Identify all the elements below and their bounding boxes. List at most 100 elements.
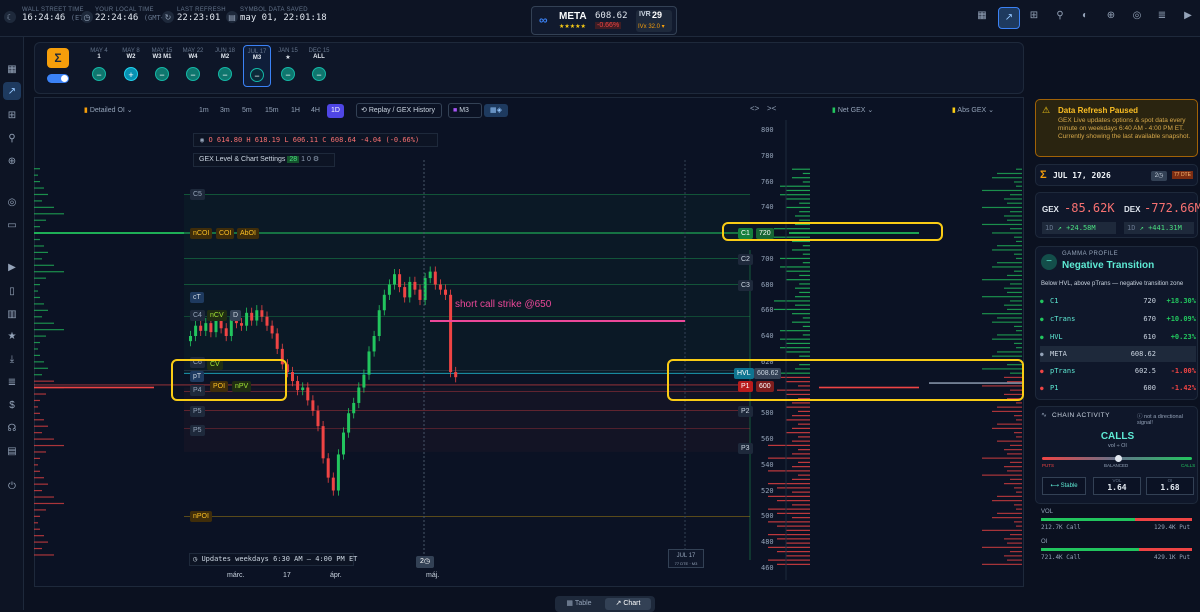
gamma-row-value: 602.5 (1134, 367, 1156, 375)
account-nav-icon[interactable]: ◎ (3, 193, 21, 211)
grid-view-icon[interactable]: ⊞ (1026, 10, 1042, 26)
power-nav-icon[interactable]: ⏻ (3, 477, 21, 495)
tag-d: D (230, 310, 242, 322)
document-nav-icon[interactable]: ▯ (3, 282, 21, 300)
timeframe-1H[interactable]: 1H (287, 104, 304, 118)
book-nav-icon[interactable]: ▥ (3, 305, 21, 323)
timeframe-1m[interactable]: 1m (195, 104, 213, 118)
filter-nav-icon[interactable]: ⚲ (3, 129, 21, 147)
dex-label: DEX (1124, 205, 1141, 214)
expiration-2[interactable]: MAY 15 W3 M1− (148, 48, 176, 81)
dollar-nav-icon[interactable]: $ (3, 396, 21, 414)
detailed-oi-dropdown[interactable]: ▮ Detailed OI ⌄ (84, 106, 133, 114)
expiration-toggle[interactable]: − (250, 68, 264, 82)
gex-bar (792, 453, 810, 455)
oi-bar (34, 219, 46, 221)
replay-button[interactable]: ⟲ Replay / GEX History (356, 103, 442, 118)
expiration-0[interactable]: MAY 4 1− (85, 48, 113, 81)
code-icon[interactable]: <> (750, 104, 759, 113)
download-nav-icon[interactable]: ⤓ (3, 350, 21, 368)
highlight-box-right (667, 359, 1024, 401)
star-nav-icon[interactable]: ★ (3, 327, 21, 345)
vol-call-bar (1041, 518, 1135, 521)
table-nav-icon[interactable]: ▦ (3, 60, 21, 78)
summary-count[interactable]: 2◷ (1151, 171, 1167, 181)
sigma-icon[interactable]: Σ (47, 48, 69, 68)
expiration-5[interactable]: JUL 17 M3− (243, 45, 271, 87)
net-gex-dropdown[interactable]: ▮ Net GEX ⌄ (832, 106, 873, 114)
candle-body (296, 381, 300, 391)
oi-bar (34, 303, 44, 305)
saved-value: may 01, 22:01:18 (240, 13, 327, 23)
expiration-1[interactable]: MAY 8 W2 + (117, 48, 145, 81)
collapse-icon[interactable]: >< (767, 104, 776, 113)
refresh-icon[interactable]: ↻ (162, 11, 174, 23)
m3-selector[interactable]: ■ M3 (448, 103, 482, 118)
tab-table[interactable]: ▦ Table (559, 598, 599, 610)
youtube-nav-icon[interactable]: ▶ (3, 258, 21, 276)
grid-nav-icon[interactable]: ⊞ (3, 106, 21, 124)
candle-body (311, 400, 315, 411)
table-view-icon[interactable]: ▦ (974, 10, 990, 26)
gamma-row-name: META (1050, 350, 1067, 358)
chart-view-icon[interactable]: ↗ (998, 7, 1020, 29)
abs-gex-dropdown[interactable]: ▮ Abs GEX ⌄ (952, 106, 994, 114)
layers-icon[interactable]: ▦◈ (484, 104, 508, 117)
oi-bar (34, 213, 64, 215)
play-icon[interactable]: ▶ (1180, 10, 1196, 26)
timeframe-15m[interactable]: 15m (261, 104, 283, 118)
clock-icon: ◷ (81, 11, 93, 23)
timeframe-1D[interactable]: 1D (327, 104, 344, 118)
expiration-4[interactable]: JUN 18 M2− (211, 48, 239, 81)
abs-gex-bar (1014, 342, 1022, 345)
timeframe-5m[interactable]: 5m (238, 104, 256, 118)
chat-nav-icon[interactable]: ▭ (3, 216, 21, 234)
expiration-7[interactable]: DEC 15 ALL − (305, 48, 333, 81)
support-nav-icon[interactable]: ☊ (3, 419, 21, 437)
gex-bar (768, 495, 810, 497)
expiration-label: W2 (126, 54, 136, 60)
expiration-toggle[interactable]: − (281, 67, 295, 81)
account-icon[interactable]: ◎ (1129, 10, 1145, 26)
expiration-toggle[interactable]: − (218, 67, 232, 81)
abs-gex-bar (1004, 555, 1022, 557)
contrast-icon[interactable]: ◐ (1077, 10, 1093, 26)
candle-body (224, 328, 228, 336)
moon-icon[interactable]: ☾ (4, 11, 16, 23)
oi-bar (34, 168, 40, 170)
expiration-toggle[interactable]: + (124, 67, 138, 81)
tab-chart[interactable]: ↗ Chart (605, 598, 651, 610)
tag-p2: P2 (738, 405, 753, 417)
globe-nav-icon[interactable]: ⊕ (3, 152, 21, 170)
abs-gex-bar (1016, 347, 1022, 349)
timeframe-4H[interactable]: 4H (307, 104, 324, 118)
expiration-6[interactable]: JAN 15 ★ − (274, 48, 302, 81)
server-nav-icon[interactable]: ≣ (3, 373, 21, 391)
expiration-toggle[interactable]: − (155, 67, 169, 81)
expiration-3[interactable]: MAY 22 W4− (179, 48, 207, 81)
abs-gex-bar (982, 223, 1022, 226)
ticker-card[interactable]: ∞ META ★★★★★ 608.62 -0.66% IVR 29 IVx 32… (531, 6, 677, 35)
gex-bar (792, 168, 810, 170)
expiration-toggle[interactable]: − (92, 67, 106, 81)
timeframe-3m[interactable]: 3m (216, 104, 234, 118)
price-tick: 740 (761, 203, 774, 212)
abs-gex-bar (1010, 551, 1022, 553)
replay-counter[interactable]: 2◷ (416, 556, 434, 568)
gex-bar (786, 206, 810, 209)
price-tick: 700 (761, 254, 774, 263)
gamma-row-c1: ● C1 720 +18.30% (1040, 294, 1196, 308)
oi-bar (34, 547, 42, 550)
expiration-label: M2 (220, 54, 230, 60)
gex-label: GEX (1042, 205, 1059, 214)
stack-icon[interactable]: ≣ (1154, 10, 1170, 26)
filter-icon[interactable]: ⚲ (1052, 10, 1068, 26)
news-nav-icon[interactable]: ▤ (3, 442, 21, 460)
toggle-switch[interactable] (47, 74, 69, 83)
chart-nav-icon[interactable]: ↗ (3, 82, 21, 100)
gex-chart[interactable] (34, 120, 1024, 580)
expiration-toggle[interactable]: − (312, 67, 326, 81)
tab-chart-label: Chart (623, 600, 641, 607)
expiration-toggle[interactable]: − (186, 67, 200, 81)
globe-icon[interactable]: ⊕ (1103, 10, 1119, 26)
